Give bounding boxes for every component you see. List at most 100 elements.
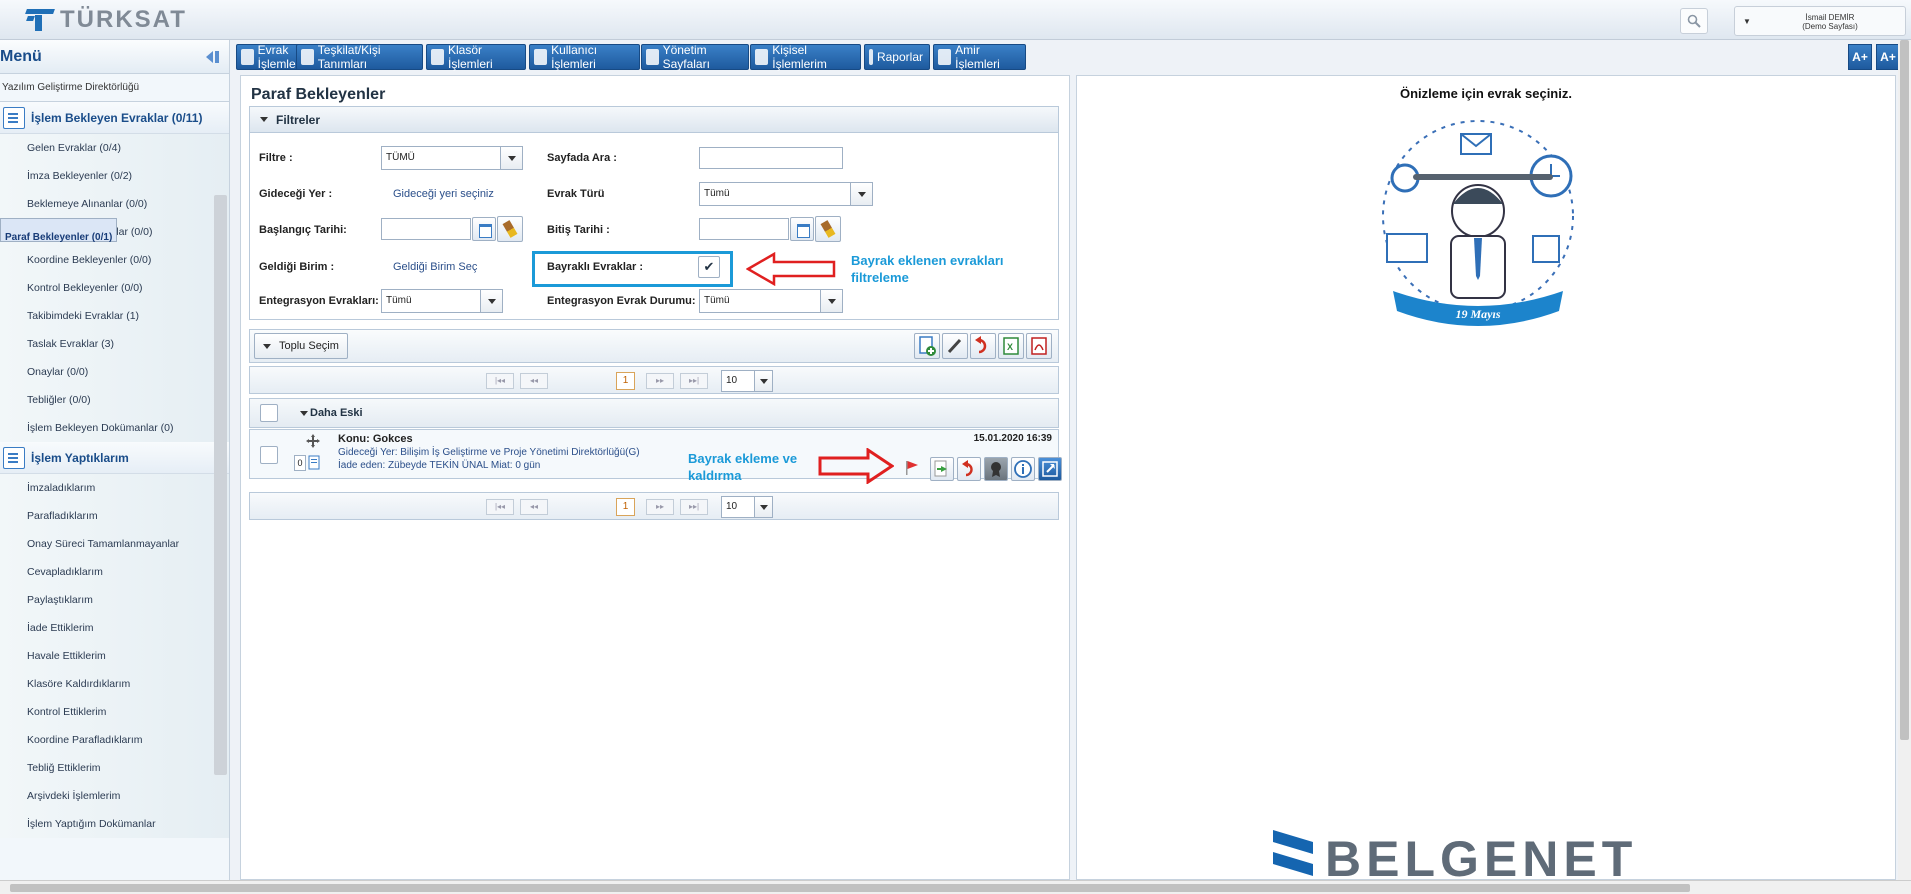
sidebar-item[interactable]: Klasöre Kaldırdıklarım [0,670,229,698]
gidecegi-yer-picker[interactable]: Gideceği yeri seçiniz [393,188,494,200]
excel-icon[interactable]: X [998,333,1024,359]
sidebar-item[interactable]: Cevapladıklarım [0,558,229,586]
tab-raporlar[interactable]: Raporlar [864,44,930,70]
forward-icon[interactable] [930,457,954,481]
baslangic-date-input[interactable] [381,218,471,240]
tab-kisisel-islemlerim[interactable]: Kişisel İşlemlerim [750,43,861,71]
flag-icon[interactable] [904,459,920,477]
annotation-flag-line2: kaldırma [688,468,742,483]
menu-tab-icon [241,49,254,65]
select-all-checkbox[interactable] [260,404,278,422]
pager-prev-button[interactable]: ◂◂ [520,499,548,515]
row-checkbox[interactable] [260,446,278,464]
pager-next-button[interactable]: ▸▸ [646,373,674,389]
search-button[interactable] [1680,8,1708,34]
pager-current-page[interactable]: 1 [616,372,635,390]
drag-move-icon[interactable] [306,434,320,448]
broom-icon[interactable] [497,216,523,242]
calendar-icon[interactable] [472,217,496,241]
entegrasyon-durum-select[interactable]: Tümü [699,289,843,313]
tab-teskilat-kisi[interactable]: Teşkilat/Kişi Tanımları [296,43,423,71]
sidebar-item[interactable]: Arşivdeki İşlemlerim [0,782,229,810]
sidebar-item[interactable]: Koordine Parafladıklarım [0,726,229,754]
chevron-down-icon [500,147,522,169]
bulk-select-button[interactable]: Toplu Seçim [254,333,348,359]
sidebar-item[interactable]: Tebliğler (0/0) [0,386,229,414]
return-icon[interactable] [970,333,996,359]
info-icon[interactable] [1011,457,1035,481]
sidebar-item[interactable]: İşlem Bekleyen Dokümanlar (0) [0,414,229,442]
page-vertical-scrollbar[interactable] [1898,40,1911,880]
sidebar-title: Menü [0,47,42,65]
sidebar-item[interactable]: Paraf Bekleyenler (0/1) [0,218,118,243]
sidebar-section-pending[interactable]: İşlem Bekleyen Evraklar (0/11) [0,102,229,134]
filtre-select[interactable]: TÜMÜ [381,146,523,170]
open-external-icon[interactable] [1038,457,1062,481]
pager-first-button[interactable]: |◂◂ [486,373,514,389]
sidebar-scrollbar[interactable] [214,195,227,775]
tab-klasor-islemleri[interactable]: Klasör İşlemleri [426,43,526,71]
sidebar-item[interactable]: Kontrol Bekleyenler (0/0) [0,274,229,302]
collapse-triangle-icon[interactable] [300,411,308,416]
sidebar-item[interactable]: Onay Süreci Tamamlanmayanlar [0,530,229,558]
page-size-select[interactable]: 10 [721,496,773,518]
sidebar-item[interactable]: Kontrol Ettiklerim [0,698,229,726]
new-document-icon[interactable] [914,333,940,359]
menu-tab-label: Raporlar [876,50,923,64]
annotation-flag-line1: Bayrak ekleme ve [688,451,798,466]
page-horizontal-scrollbar[interactable] [0,880,1911,894]
sidebar-item[interactable]: Koordine Bekleyenler (0/0) [0,246,229,274]
pager-next-button[interactable]: ▸▸ [646,499,674,515]
font-increase-button-2[interactable]: A+ [1876,44,1900,70]
sidebar-item[interactable]: Takibimdeki Evraklar (1) [0,302,229,330]
pager-prev-button[interactable]: ◂◂ [520,373,548,389]
collapse-sidebar-icon[interactable] [205,50,221,64]
filters-header[interactable]: Filtreler [250,107,1058,133]
sidebar-item[interactable]: Taslak Evraklar (3) [0,330,229,358]
geldigi-birim-picker[interactable]: Geldiği Birim Seç [393,261,477,273]
tab-amir-islemleri[interactable]: Amir İşlemleri [933,43,1026,71]
bayrakli-checkbox[interactable]: ✔ [698,256,720,278]
sidebar-item[interactable]: Paylaştıklarım [0,586,229,614]
sidebar-item[interactable]: İade Ettiklerim [0,614,229,642]
sidebar-item[interactable]: Parafladıklarım [0,502,229,530]
tab-yonetim-sayfalari[interactable]: Yönetim Sayfaları [641,43,749,71]
geldigi-birim-label: Geldiği Birim : [259,261,335,273]
sidebar-item[interactable]: Onaylar (0/0) [0,358,229,386]
filters-panel: Filtreler [249,106,1059,320]
pager-first-button[interactable]: |◂◂ [486,499,514,515]
collapse-triangle-icon [260,117,268,122]
pager-last-button[interactable]: ▸▸| [680,499,708,515]
broom-icon[interactable] [815,216,841,242]
page-size-select[interactable]: 10 [721,370,773,392]
menu-tab-icon [431,49,444,65]
menu-tab-label: Kullanıcı İşlemleri [551,43,598,71]
return-icon[interactable] [957,457,981,481]
entegrasyon-durum-value: Tümü [704,295,730,306]
entegrasyon-select[interactable]: Tümü [381,289,503,313]
sidebar-item[interactable]: Havale Ettiklerim [0,642,229,670]
tab-kullanici-islemleri[interactable]: Kullanıcı İşlemleri [529,43,640,71]
pager-current-page[interactable]: 1 [616,498,635,516]
pager-last-button[interactable]: ▸▸| [680,373,708,389]
pdf-icon[interactable] [1026,333,1052,359]
bulk-select-label: Toplu Seçim [279,340,339,352]
evrak-turu-select[interactable]: Tümü [699,182,873,206]
sidebar-item[interactable]: Gelen Evraklar (0/4) [0,134,229,162]
badge-icon[interactable] [984,457,1008,481]
document-subject[interactable]: Konu: Gokces [338,433,413,445]
user-menu[interactable]: ▼ İsmail DEMİR (Demo Sayfası) [1734,6,1906,36]
sidebar-item[interactable]: İşlem Yaptığım Dokümanlar [0,810,229,838]
pen-icon[interactable] [942,333,968,359]
font-increase-button[interactable]: A+ [1848,44,1872,70]
sayfada-ara-input[interactable] [699,147,843,169]
sidebar-item[interactable]: İmzaladıklarım [0,474,229,502]
sidebar-item[interactable]: İmza Bekleyenler (0/2) [0,162,229,190]
sidebar-item[interactable]: Beklemeye Alınanlar (0/0) [0,190,229,218]
calendar-icon[interactable] [790,217,814,241]
bitis-date-input[interactable] [699,218,789,240]
document-row[interactable]: 0 Konu: Gokces Gideceği Yer: Bilişim İş … [249,429,1062,481]
document-list-pane: Paraf Bekleyenler Filtreler Filtre : TÜM… [240,75,1070,880]
sidebar-item[interactable]: Tebliğ Ettiklerim [0,754,229,782]
sidebar-section-done[interactable]: İşlem Yaptıklarım [0,442,229,474]
